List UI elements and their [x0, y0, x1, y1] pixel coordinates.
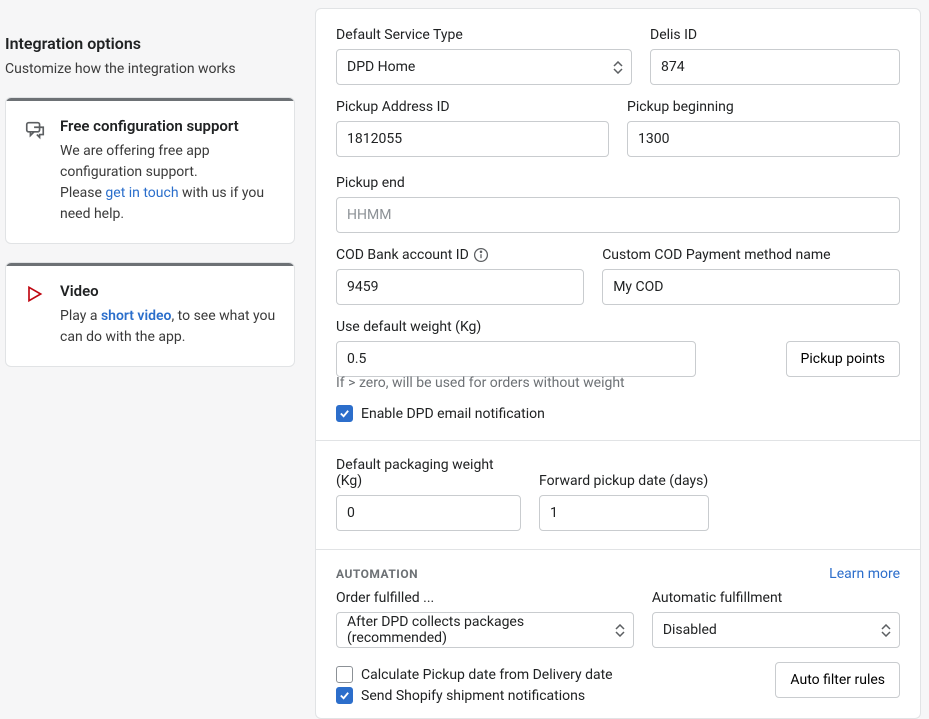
support-line2a: Please: [60, 185, 105, 201]
pickup-end-label: Pickup end: [336, 175, 900, 191]
pickup-beginning-input[interactable]: [627, 121, 900, 157]
chevron-updown-icon: [615, 624, 625, 637]
page-subtitle: Customize how the integration works: [5, 61, 295, 77]
play-icon: [24, 284, 46, 304]
pickup-address-id-input[interactable]: [336, 121, 609, 157]
custom-cod-label: Custom COD Payment method name: [602, 247, 900, 263]
support-line1: We are offering free app configuration s…: [60, 143, 210, 180]
info-icon[interactable]: [473, 247, 489, 263]
calc-pickup-label: Calculate Pickup date from Delivery date: [361, 667, 613, 683]
order-fulfilled-select[interactable]: After DPD collects packages (recommended…: [336, 612, 634, 648]
chat-icon: [24, 119, 46, 141]
custom-cod-input[interactable]: [602, 269, 900, 305]
short-video-link[interactable]: short video: [101, 308, 172, 324]
service-type-select[interactable]: DPD Home: [336, 49, 632, 85]
calc-pickup-checkbox[interactable]: [336, 666, 353, 683]
get-in-touch-link[interactable]: get in touch: [105, 185, 178, 201]
pickup-points-button[interactable]: Pickup points: [786, 341, 901, 377]
video-line1a: Play a: [60, 308, 101, 324]
learn-more-link[interactable]: Learn more: [829, 566, 900, 582]
order-fulfilled-value: After DPD collects packages (recommended…: [347, 614, 615, 646]
default-weight-input[interactable]: [336, 341, 696, 377]
auto-fulfillment-label: Automatic fulfillment: [652, 590, 900, 606]
default-weight-label: Use default weight (Kg): [336, 319, 696, 335]
send-notif-checkbox[interactable]: [336, 687, 353, 704]
forward-pickup-label: Forward pickup date (days): [539, 473, 709, 489]
order-fulfilled-label: Order fulfilled ...: [336, 590, 634, 606]
support-title: Free configuration support: [60, 117, 276, 135]
delis-id-input[interactable]: [650, 49, 900, 85]
auto-filter-rules-button[interactable]: Auto filter rules: [775, 662, 900, 698]
delis-id-label: Delis ID: [650, 27, 900, 43]
forward-pickup-input[interactable]: [539, 495, 709, 531]
video-title: Video: [60, 282, 276, 300]
pickup-end-input[interactable]: [336, 197, 900, 233]
service-type-value: DPD Home: [347, 59, 415, 75]
video-card: Video Play a short video, to see what yo…: [5, 262, 295, 367]
chevron-updown-icon: [881, 624, 891, 637]
service-type-label: Default Service Type: [336, 27, 632, 43]
enable-email-label: Enable DPD email notification: [361, 406, 545, 422]
packaging-weight-input[interactable]: [336, 495, 521, 531]
pickup-beginning-label: Pickup beginning: [627, 99, 900, 115]
auto-fulfillment-value: Disabled: [663, 622, 717, 638]
default-weight-help: If > zero, will be used for orders witho…: [336, 375, 900, 391]
chevron-updown-icon: [613, 61, 623, 74]
cod-bank-label: COD Bank account ID: [336, 247, 584, 263]
enable-email-checkbox[interactable]: [336, 405, 353, 422]
pickup-address-id-label: Pickup Address ID: [336, 99, 609, 115]
page-title: Integration options: [5, 34, 295, 53]
cod-bank-input[interactable]: [336, 269, 584, 305]
support-card: Free configuration support We are offeri…: [5, 97, 295, 244]
automation-title: AUTOMATION: [336, 567, 418, 581]
packaging-weight-label: Default packaging weight (Kg): [336, 457, 521, 489]
auto-fulfillment-select[interactable]: Disabled: [652, 612, 900, 648]
send-notif-label: Send Shopify shipment notifications: [361, 688, 585, 704]
